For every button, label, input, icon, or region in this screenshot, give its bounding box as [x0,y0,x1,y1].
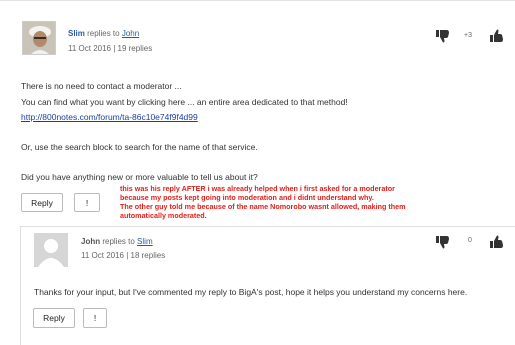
post-text-line: You can find what you want by clicking h… [21,97,348,107]
thumbs-down-icon[interactable] [436,29,450,43]
post-text-line: Did you have anything new or more valuab… [21,172,258,182]
replied-user-link[interactable]: Slim [137,237,153,246]
annotation-line: automatically moderated. [120,211,207,220]
vote-score: +3 [464,32,472,39]
report-button[interactable]: ! [74,193,100,212]
vote-score: 0 [468,237,472,244]
top-divider [0,0,515,3]
thumbs-down-icon[interactable] [436,235,450,249]
replies-to-label: replies to [102,237,135,246]
annotation-line: because my posts kept going into moderat… [120,193,374,202]
annotation-text: this was his reply AFTER i was already h… [120,184,406,220]
thumbs-up-icon[interactable] [490,29,504,43]
post-link[interactable]: http://800notes.com/forum/ta-86c10e74f9f… [21,112,198,122]
username-link[interactable]: Slim [68,29,85,38]
post-date: 11 Oct 2016 | 19 replies [68,44,153,53]
post-text-line: Thanks for your input, but I've commente… [34,287,468,297]
report-button[interactable]: ! [83,308,107,328]
thumbs-up-icon[interactable] [490,235,504,249]
post-meta: Slim replies to John [68,29,139,38]
post-meta: John replies to Slim [81,237,153,246]
reply-button[interactable]: Reply [33,308,75,328]
annotation-line: The other guy told me because of the nam… [120,202,406,211]
post-text-line: Or, use the search block to search for t… [21,142,258,152]
replies-to-label: replies to [87,29,120,38]
reply-button[interactable]: Reply [21,193,63,212]
annotation-line: this was his reply AFTER i was already h… [120,184,395,193]
post-date: 11 Oct 2016 | 18 replies [81,251,166,260]
avatar[interactable] [34,233,68,267]
username-link[interactable]: John [81,237,100,246]
replied-user-link[interactable]: John [122,29,139,38]
avatar[interactable] [22,21,56,55]
avatar-photo [23,22,55,54]
post-text-line: There is no need to contact a moderator … [21,81,182,91]
avatar-placeholder-icon [34,233,68,267]
